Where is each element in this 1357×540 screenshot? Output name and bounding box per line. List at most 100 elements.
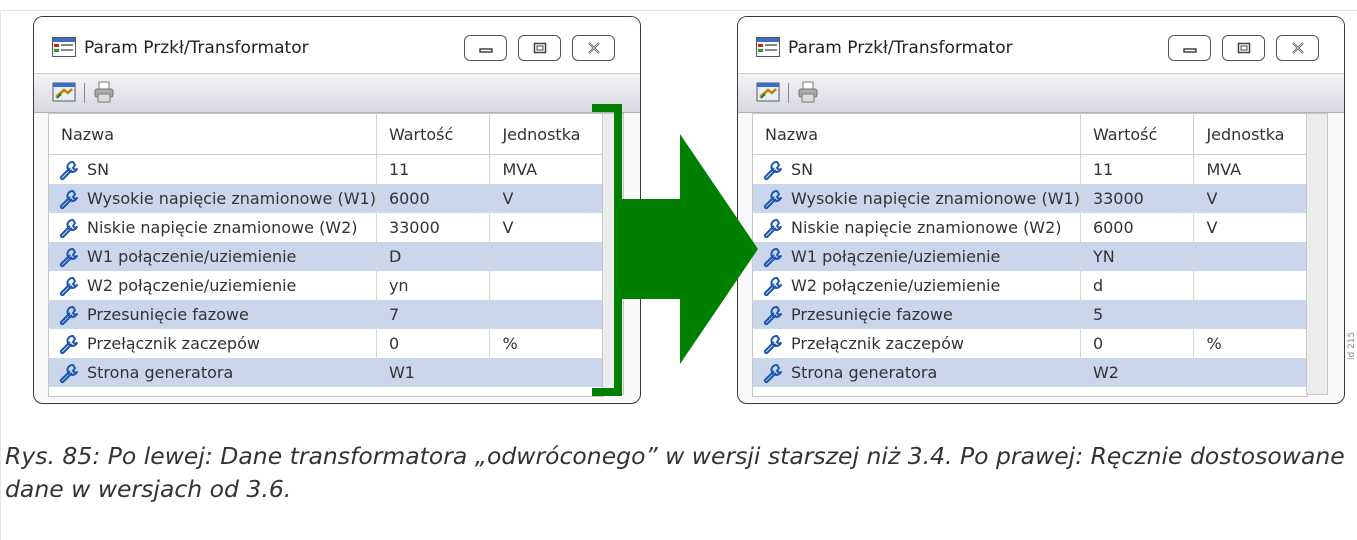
wrench-icon <box>763 248 782 267</box>
table-row[interactable]: Wysokie napięcie znamionowe (W1) 6000 V <box>49 184 603 213</box>
param-value-cell: 7 <box>376 300 491 329</box>
minimize-button[interactable] <box>464 35 507 61</box>
param-name-cell: Strona generatora <box>49 358 377 387</box>
wrench-icon <box>59 306 78 325</box>
param-name-cell: Strona generatora <box>753 358 1081 387</box>
edit-settings-icon[interactable] <box>756 81 780 103</box>
table-row[interactable]: W1 połączenie/uziemienie YN <box>753 242 1307 271</box>
wrench-icon <box>763 335 782 354</box>
wrench-icon <box>763 277 782 296</box>
param-name-cell: Przesunięcie fazowe <box>753 300 1081 329</box>
wrench-icon <box>59 335 78 354</box>
param-unit-cell: % <box>1193 329 1307 358</box>
minimize-icon <box>1182 48 1197 53</box>
table-row[interactable]: SN 11 MVA <box>753 154 1307 184</box>
wrench-icon <box>59 248 78 267</box>
vertical-scrollbar[interactable] <box>1306 113 1328 395</box>
table-row[interactable]: Strona generatora W1 <box>49 358 603 387</box>
maximize-button[interactable] <box>518 35 561 61</box>
wrench-icon <box>59 190 78 209</box>
toolbar-separator <box>788 83 789 103</box>
close-icon <box>1291 42 1304 54</box>
param-name-cell: Przesunięcie fazowe <box>49 300 377 329</box>
param-value-cell: 5 <box>1080 300 1195 329</box>
wrench-icon <box>59 277 78 296</box>
table-row[interactable]: Przełącznik zaczepów 0 % <box>753 329 1307 358</box>
param-value-cell: D <box>376 242 491 271</box>
parameter-table: Nazwa Wartość Jednostka SN 11 MVA Wysoki… <box>752 113 1308 397</box>
param-unit-cell: V <box>1193 184 1307 213</box>
param-unit-cell <box>489 242 603 271</box>
window-title: Param Przkł/Transformator <box>84 38 309 58</box>
param-value-cell: W1 <box>376 358 491 387</box>
table-row[interactable]: Niskie napięcie znamionowe (W2) 33000 V <box>49 213 603 242</box>
table-row[interactable]: W1 połączenie/uziemienie D <box>49 242 603 271</box>
param-value-cell: YN <box>1080 242 1195 271</box>
table-row[interactable]: W2 połączenie/uziemienie d <box>753 271 1307 300</box>
print-icon[interactable] <box>94 81 114 103</box>
print-icon[interactable] <box>798 81 818 103</box>
table-row[interactable]: W2 połączenie/uziemienie yn <box>49 271 603 300</box>
title-bar: Param Przkł/Transformator <box>738 17 1344 73</box>
wrench-icon <box>59 219 78 238</box>
param-name-cell: SN <box>753 154 1081 184</box>
table-row[interactable]: Niskie napięcie znamionowe (W2) 6000 V <box>753 213 1307 242</box>
toolbar-separator <box>84 83 85 103</box>
table-row[interactable]: Przełącznik zaczepów 0 % <box>49 329 603 358</box>
app-window-icon <box>52 37 76 57</box>
wrench-icon <box>763 161 782 180</box>
close-button[interactable] <box>572 35 615 61</box>
table-row[interactable]: Przesunięcie fazowe 5 <box>753 300 1307 329</box>
column-header-unit[interactable]: Jednostka <box>1193 114 1307 155</box>
wrench-icon <box>763 306 782 325</box>
maximize-icon <box>533 42 546 54</box>
table-row[interactable]: Wysokie napięcie znamionowe (W1) 33000 V <box>753 184 1307 213</box>
page-top-rule <box>0 10 1357 11</box>
column-header-name[interactable]: Nazwa <box>49 114 377 155</box>
column-header-value[interactable]: Wartość <box>376 114 491 155</box>
param-unit-cell <box>1193 358 1307 387</box>
toolbar <box>738 73 1344 113</box>
figure-id-tag: id 215 <box>1347 331 1357 360</box>
app-window-icon <box>756 37 780 57</box>
param-name-cell: Niskie napięcie znamionowe (W2) <box>753 213 1081 242</box>
wrench-icon <box>763 364 782 383</box>
edit-settings-icon[interactable] <box>52 81 76 103</box>
param-value-cell: 11 <box>1080 154 1195 184</box>
param-name-cell: W1 połączenie/uziemienie <box>753 242 1081 271</box>
param-value-cell: yn <box>376 271 491 300</box>
param-unit-cell <box>1193 242 1307 271</box>
table-header-row: Nazwa Wartość Jednostka <box>49 114 603 155</box>
page-left-rule <box>0 10 1 540</box>
title-bar: Param Przkł/Transformator <box>34 17 640 73</box>
table-row[interactable]: Strona generatora W2 <box>753 358 1307 387</box>
param-name-cell: Przełącznik zaczepów <box>753 329 1081 358</box>
wrench-icon <box>59 364 78 383</box>
close-button[interactable] <box>1276 35 1319 61</box>
maximize-button[interactable] <box>1222 35 1265 61</box>
param-value-cell: 11 <box>376 154 491 184</box>
param-name-cell: W2 połączenie/uziemienie <box>49 271 377 300</box>
param-value-cell: 0 <box>376 329 491 358</box>
param-name-cell: W2 połączenie/uziemienie <box>753 271 1081 300</box>
window-title: Param Przkł/Transformator <box>788 38 1013 58</box>
param-value-cell: 33000 <box>376 213 491 242</box>
column-header-name[interactable]: Nazwa <box>753 114 1081 155</box>
column-header-value[interactable]: Wartość <box>1080 114 1195 155</box>
minimize-button[interactable] <box>1168 35 1211 61</box>
param-value-cell: 0 <box>1080 329 1195 358</box>
table-row[interactable]: Przesunięcie fazowe 7 <box>49 300 603 329</box>
param-value-cell: W2 <box>1080 358 1195 387</box>
param-window-left: Param Przkł/Transformator Nazwa Wartość … <box>33 16 641 404</box>
minimize-icon <box>478 48 493 53</box>
param-name-cell: Wysokie napięcie znamionowe (W1) <box>49 184 377 213</box>
wrench-icon <box>763 219 782 238</box>
param-value-cell: 6000 <box>376 184 491 213</box>
table-row[interactable]: SN 11 MVA <box>49 154 603 184</box>
param-unit-cell <box>1193 300 1307 329</box>
param-unit-cell <box>489 300 603 329</box>
param-value-cell: d <box>1080 271 1195 300</box>
column-header-unit[interactable]: Jednostka <box>489 114 603 155</box>
param-unit-cell: V <box>489 184 603 213</box>
figure-caption: Rys. 85: Po lewej: Dane transformatora „… <box>5 442 1345 503</box>
